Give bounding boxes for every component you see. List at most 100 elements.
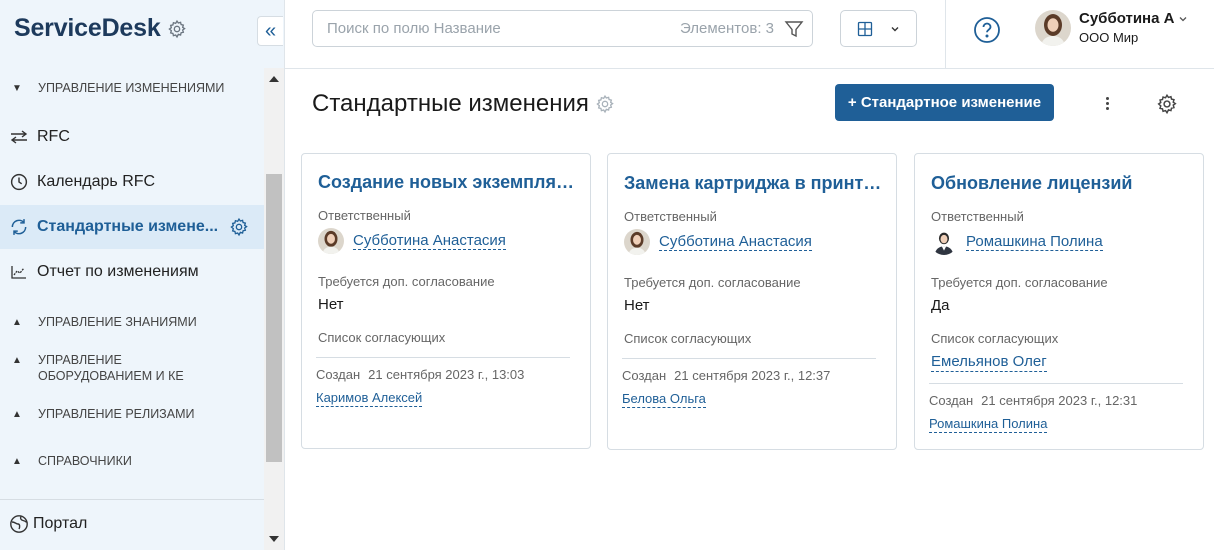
gear-icon[interactable] xyxy=(1156,93,1178,115)
clock-icon xyxy=(9,172,29,192)
sidebar-item-standard-changes[interactable]: Стандартные измене... xyxy=(0,205,264,249)
items-count: Элементов: 3 xyxy=(679,20,774,37)
refresh-icon xyxy=(9,217,29,237)
approvers-label: Список согласующих xyxy=(931,331,1059,346)
approval-value: Да xyxy=(931,297,950,314)
arrows-exchange-icon xyxy=(9,127,29,147)
caret-down-icon: ▼ xyxy=(12,83,22,94)
search-input[interactable] xyxy=(313,11,680,46)
gear-icon[interactable] xyxy=(229,217,249,237)
card-divider xyxy=(622,358,876,359)
author-link[interactable]: Каримов Алексей xyxy=(316,390,423,407)
sidebar-section-knowledge[interactable]: ▲ Управление знаниями xyxy=(0,314,264,330)
user-name-text: Субботина А xyxy=(1079,10,1175,27)
sidebar-section-changes[interactable]: ▼ Управление изменениями xyxy=(0,80,264,96)
created-label: Создан xyxy=(622,368,667,383)
top-bar: Элементов: 3 Субботина А ООО Мир xyxy=(285,0,1214,69)
sidebar-section-label: Управление оборудованием и КЕ xyxy=(38,353,184,383)
user-info: Субботина А ООО Мир xyxy=(1079,10,1188,45)
responsible-link[interactable]: Ромашкина Полина xyxy=(966,233,1103,251)
view-switch-button[interactable] xyxy=(840,10,917,47)
standard-change-card[interactable]: Обновление лицензий Ответственный Ромашк… xyxy=(914,153,1204,450)
brand-title: ServiceDesk xyxy=(14,14,161,42)
globe-icon xyxy=(10,514,28,533)
responsible-link[interactable]: Субботина Анастасия xyxy=(353,232,506,250)
page-header: Стандартные изменения xyxy=(312,90,615,118)
chevron-down-icon xyxy=(1180,16,1187,21)
approvers-label: Список согласующих xyxy=(318,330,446,345)
sidebar-section-releases[interactable]: ▲ Управление релизами xyxy=(0,406,264,422)
created-info: Создан 21 сентября 2023 г., 12:31 xyxy=(929,393,1137,408)
author-link[interactable]: Ромашкина Полина xyxy=(929,416,1048,433)
page-title: Стандартные изменения xyxy=(312,90,589,117)
created-info: Создан 21 сентября 2023 г., 12:37 xyxy=(622,368,830,383)
author-link[interactable]: Белова Ольга xyxy=(622,391,706,408)
responsible-label: Ответственный xyxy=(318,208,411,223)
sidebar-section-label: Справочники xyxy=(38,454,132,468)
search-box: Элементов: 3 xyxy=(312,10,813,47)
add-standard-change-button[interactable]: + Стандартное изменение xyxy=(835,84,1054,121)
sidebar-section-label: Управление релизами xyxy=(38,407,195,421)
standard-change-card[interactable]: Создание новых экземпляров... Ответствен… xyxy=(301,153,591,449)
user-name: Субботина А xyxy=(1079,10,1188,27)
approval-label: Требуется доп. согласование xyxy=(624,275,801,290)
sidebar-item-change-report[interactable]: Отчет по изменениям xyxy=(0,250,264,294)
sidebar-item-rfc-calendar[interactable]: Календарь RFC xyxy=(0,160,264,204)
created-date: 21 сентября 2023 г., 12:31 xyxy=(981,393,1138,408)
sidebar-item-rfc[interactable]: RFC xyxy=(0,115,264,159)
card-divider xyxy=(316,357,570,358)
sidebar-section-label: Управление изменениями xyxy=(38,81,225,95)
header-divider xyxy=(945,0,946,69)
responsible-field: Ромашкина Полина xyxy=(931,229,1103,255)
approval-value: Нет xyxy=(624,297,650,314)
chevron-down-icon xyxy=(891,26,899,31)
standard-change-card[interactable]: Замена картриджа в принтере Ответственны… xyxy=(607,153,897,450)
avatar xyxy=(1035,10,1071,46)
created-date: 21 сентября 2023 г., 12:37 xyxy=(674,368,831,383)
scroll-down-arrow-icon[interactable] xyxy=(269,536,279,542)
approval-label: Требуется доп. согласование xyxy=(318,274,495,289)
gear-icon[interactable] xyxy=(167,19,187,39)
avatar xyxy=(318,228,344,254)
collapse-sidebar-button[interactable]: « xyxy=(257,16,283,46)
scrollbar-thumb[interactable] xyxy=(266,174,282,462)
sidebar-section-directories[interactable]: ▲ Справочники xyxy=(0,453,264,469)
created-label: Создан xyxy=(316,367,361,382)
card-title[interactable]: Замена картриджа в принтере xyxy=(624,173,884,194)
sidebar-item-label: Отчет по изменениям xyxy=(37,263,199,280)
sidebar-section-equipment[interactable]: ▲ Управление оборудованием и КЕ xyxy=(0,352,264,384)
responsible-field: Субботина Анастасия xyxy=(624,229,812,255)
created-date: 21 сентября 2023 г., 13:03 xyxy=(368,367,525,382)
sidebar-item-portal[interactable]: Портал xyxy=(0,499,264,547)
sidebar-scrollbar[interactable] xyxy=(264,68,284,550)
approver-link[interactable]: Емельянов Олег xyxy=(931,353,1047,372)
user-org: ООО Мир xyxy=(1079,30,1139,45)
sidebar-item-label: Стандартные измене... xyxy=(37,218,219,235)
grid-view-icon xyxy=(858,21,873,36)
card-title[interactable]: Создание новых экземпляров... xyxy=(318,172,578,193)
caret-up-icon: ▲ xyxy=(12,456,22,467)
gear-icon[interactable] xyxy=(595,94,615,114)
card-divider xyxy=(929,383,1183,384)
scroll-up-arrow-icon[interactable] xyxy=(269,76,279,82)
user-menu[interactable]: Субботина А ООО Мир xyxy=(1035,10,1188,46)
sidebar-section-label: Управление знаниями xyxy=(38,315,197,329)
line-chart-icon xyxy=(9,262,29,282)
responsible-label: Ответственный xyxy=(931,209,1024,224)
caret-up-icon: ▲ xyxy=(12,409,22,420)
sidebar-item-label: Портал xyxy=(33,514,88,532)
avatar xyxy=(624,229,650,255)
avatar xyxy=(931,229,957,255)
card-title[interactable]: Обновление лицензий xyxy=(931,173,1191,194)
approval-value: Нет xyxy=(318,296,344,313)
approvers-label: Список согласующих xyxy=(624,331,752,346)
brand: ServiceDesk xyxy=(14,14,187,43)
filter-icon[interactable] xyxy=(784,19,804,39)
caret-up-icon: ▲ xyxy=(12,317,22,328)
more-options-icon[interactable] xyxy=(1100,92,1114,114)
responsible-link[interactable]: Субботина Анастасия xyxy=(659,233,812,251)
approval-label: Требуется доп. согласование xyxy=(931,275,1108,290)
help-icon[interactable] xyxy=(973,16,1001,44)
double-chevron-left-icon: « xyxy=(264,19,277,42)
sidebar: ServiceDesk « ▼ Управление изменениями R… xyxy=(0,0,285,550)
